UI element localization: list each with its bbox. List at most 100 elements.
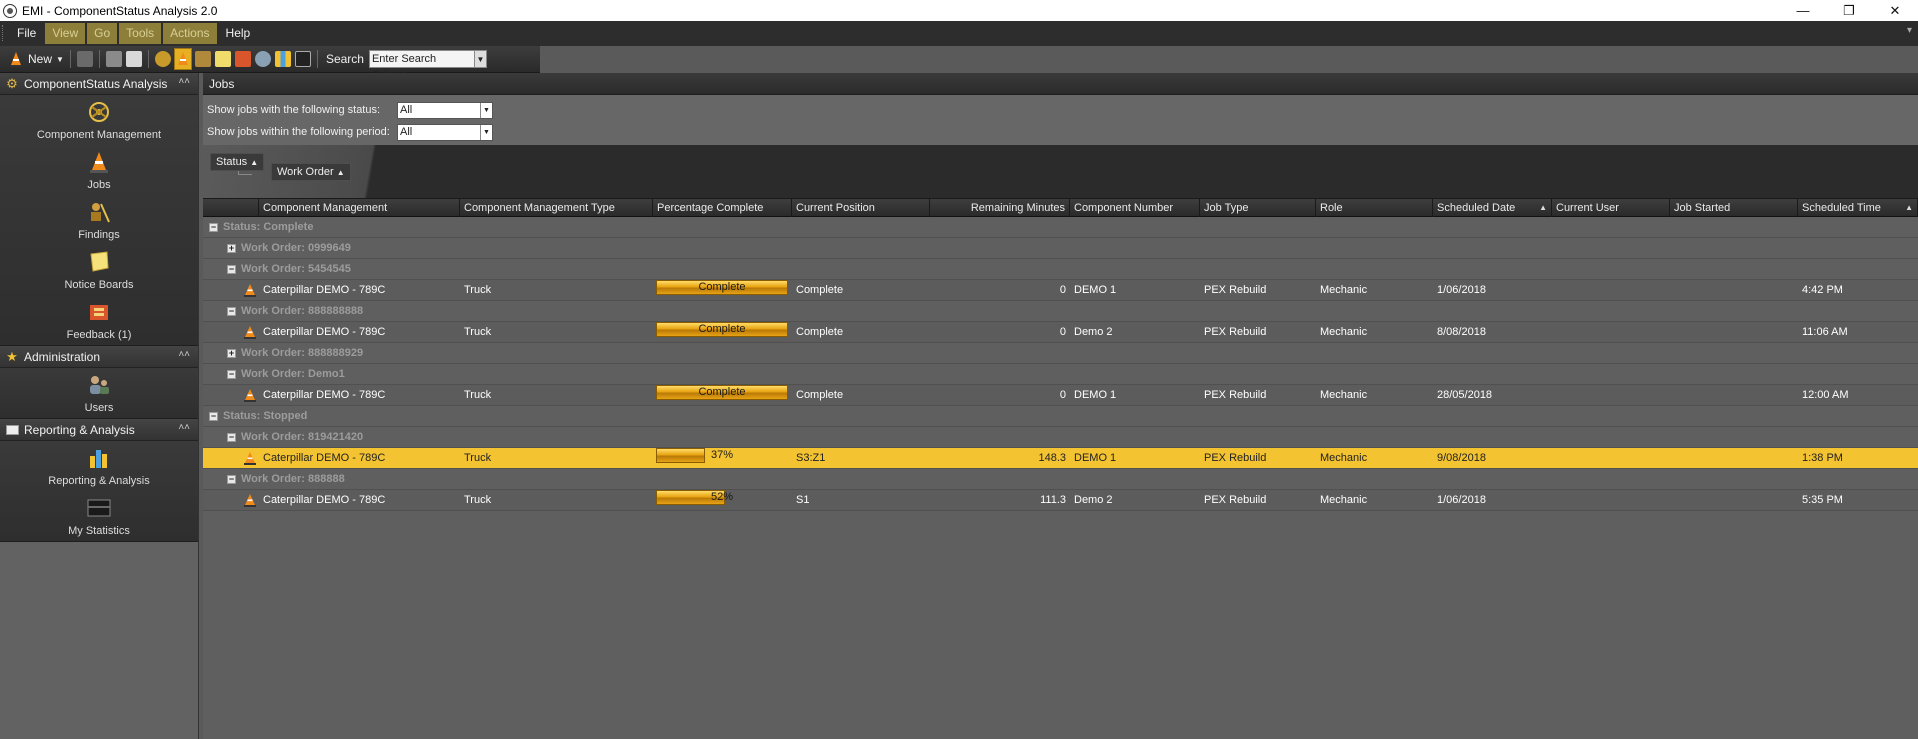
- column-header[interactable]: Scheduled Time ▲: [1798, 199, 1918, 217]
- maximize-button[interactable]: ❐: [1826, 0, 1872, 21]
- column-header[interactable]: Percentage Complete: [653, 199, 792, 217]
- traffic-cone-icon: [244, 389, 256, 402]
- menu-view[interactable]: View: [45, 23, 86, 44]
- row-icon-cell: [203, 388, 259, 402]
- section-header-reporting[interactable]: Reporting & Analysis ˄˄: [0, 419, 198, 441]
- collapse-icon[interactable]: −: [209, 411, 218, 421]
- collapse-icon[interactable]: −: [209, 222, 218, 232]
- column-header[interactable]: Job Type: [1200, 199, 1316, 217]
- cell-job: PEX Rebuild: [1204, 388, 1267, 401]
- group-chip-work-order[interactable]: Work Order ▲: [271, 163, 351, 181]
- job-row[interactable]: Caterpillar DEMO - 789C Truck 52% S1 111.3 De…: [203, 489, 1918, 511]
- collapse-icon[interactable]: −: [227, 369, 236, 379]
- status-filter-select[interactable]: All ▼: [397, 101, 493, 119]
- component-management-button[interactable]: [154, 49, 171, 69]
- group-chip-status[interactable]: Status ▲: [210, 153, 265, 171]
- title-bar: EMI - ComponentStatus Analysis 2.0 — ❐ ✕: [0, 0, 1918, 21]
- nav-jobs[interactable]: Jobs: [0, 145, 198, 195]
- collapse-icon[interactable]: −: [227, 264, 236, 274]
- menu-overflow-icon[interactable]: ▾: [1907, 25, 1912, 36]
- findings-icon: [91, 203, 110, 223]
- column-header[interactable]: Scheduled Date ▲: [1433, 199, 1552, 217]
- column-header-label: Current User: [1556, 202, 1619, 214]
- findings-button[interactable]: [194, 49, 211, 69]
- nav-reporting-analysis[interactable]: Reporting & Analysis: [0, 441, 198, 491]
- nav-label: Notice Boards: [64, 279, 134, 291]
- close-button[interactable]: ✕: [1872, 0, 1918, 21]
- job-row[interactable]: Caterpillar DEMO - 789C Truck Complete Comp…: [203, 321, 1918, 343]
- collapse-icon[interactable]: −: [227, 474, 236, 484]
- cell-job: PEX Rebuild: [1204, 493, 1267, 506]
- statistics-icon: [294, 51, 311, 67]
- collapse-icon[interactable]: −: [227, 432, 236, 442]
- print-preview-button[interactable]: [125, 49, 142, 69]
- reporting-button[interactable]: [274, 49, 291, 69]
- feedback-button[interactable]: [234, 49, 251, 69]
- collapse-icon[interactable]: −: [227, 306, 236, 316]
- nav-component-management[interactable]: Component Management: [0, 95, 198, 145]
- collapse-icon[interactable]: ˄˄: [178, 349, 190, 360]
- job-row[interactable]: Caterpillar DEMO - 789C Truck Complete Comp…: [203, 384, 1918, 406]
- statistics-button[interactable]: [294, 49, 311, 69]
- column-header[interactable]: Remaining Minutes: [930, 199, 1070, 217]
- menu-help[interactable]: Help: [219, 23, 258, 44]
- column-header[interactable]: Current User: [1552, 199, 1670, 217]
- column-header[interactable]: Component Management: [259, 199, 460, 217]
- nav-notice-boards[interactable]: Notice Boards: [0, 245, 198, 295]
- group-chip-label: Work Order: [277, 166, 334, 178]
- jobs-button[interactable]: [173, 48, 192, 70]
- save-button[interactable]: [76, 49, 93, 69]
- nav-my-statistics[interactable]: My Statistics: [0, 491, 198, 541]
- menu-tools[interactable]: Tools: [119, 23, 162, 44]
- nav-feedback[interactable]: Feedback (1): [0, 295, 198, 345]
- new-button[interactable]: New ▼: [8, 49, 64, 69]
- app-logo-icon: [3, 3, 17, 18]
- work-order-group-row[interactable]: − Work Order: 819421420: [203, 427, 1918, 448]
- users-button[interactable]: [254, 49, 271, 69]
- sort-asc-icon: ▲: [1539, 203, 1547, 212]
- column-header[interactable]: Job Started: [1670, 199, 1798, 217]
- search-input[interactable]: Enter Search Criteria: [368, 50, 475, 81]
- notice-boards-button[interactable]: [214, 49, 231, 69]
- column-header[interactable]: Role: [1316, 199, 1433, 217]
- section-header-administration[interactable]: ★ Administration ˄˄: [0, 346, 198, 368]
- work-order-group-row[interactable]: − Work Order: 5454545: [203, 259, 1918, 280]
- print-button[interactable]: [105, 49, 122, 69]
- work-order-group-row[interactable]: − Work Order: Demo1: [203, 364, 1918, 385]
- section-title: Reporting & Analysis: [24, 422, 135, 437]
- job-row[interactable]: Caterpillar DEMO - 789C Truck Complete Comp…: [203, 279, 1918, 301]
- work-order-group-row[interactable]: − Work Order: 888888888: [203, 301, 1918, 322]
- nav-users[interactable]: Users: [0, 368, 198, 418]
- filter-status-label: Show jobs with the following status:: [207, 104, 381, 116]
- work-order-group-row[interactable]: − Work Order: 888888: [203, 469, 1918, 490]
- window-title: EMI - ComponentStatus Analysis 2.0: [22, 3, 218, 18]
- menu-go[interactable]: Go: [87, 23, 118, 44]
- menu-file[interactable]: File: [10, 23, 43, 44]
- column-header[interactable]: Current Position: [792, 199, 930, 217]
- column-header[interactable]: Component Number: [1070, 199, 1200, 217]
- status-group-row[interactable]: − Status: Complete: [203, 217, 1918, 238]
- sidebar: ⚙ ComponentStatus Analysis ˄˄ Component …: [0, 73, 199, 739]
- minimize-button[interactable]: —: [1780, 0, 1826, 21]
- section-header-componentstatus[interactable]: ⚙ ComponentStatus Analysis ˄˄: [0, 73, 198, 95]
- menu-bar: File View Go Tools Actions Help ▾: [0, 21, 1918, 46]
- group-label: Work Order: 888888: [241, 473, 345, 485]
- cell-num: DEMO 1: [1074, 388, 1117, 401]
- job-row[interactable]: Caterpillar DEMO - 789C Truck 37% S3:Z1 148.…: [203, 447, 1918, 469]
- work-order-group-row[interactable]: + Work Order: 0999649: [203, 238, 1918, 259]
- expand-icon[interactable]: +: [227, 348, 236, 358]
- collapse-icon[interactable]: ˄˄: [178, 422, 190, 433]
- period-filter-select[interactable]: All ▼: [397, 123, 493, 141]
- menu-actions[interactable]: Actions: [163, 23, 217, 44]
- work-order-group-row[interactable]: + Work Order: 888888929: [203, 343, 1918, 364]
- column-header-label: Scheduled Date: [1437, 202, 1516, 214]
- collapse-icon[interactable]: ˄˄: [178, 76, 190, 87]
- cell-rem: 0: [1059, 283, 1066, 296]
- column-header[interactable]: Component Management Type: [460, 199, 653, 217]
- progress-cell: Complete: [653, 321, 792, 343]
- expand-icon[interactable]: +: [227, 243, 236, 253]
- status-group-row[interactable]: − Status: Stopped: [203, 406, 1918, 427]
- progress-bar: Complete: [656, 321, 788, 337]
- search-dropdown-icon[interactable]: ▼: [474, 50, 487, 68]
- nav-findings[interactable]: Findings: [0, 195, 198, 245]
